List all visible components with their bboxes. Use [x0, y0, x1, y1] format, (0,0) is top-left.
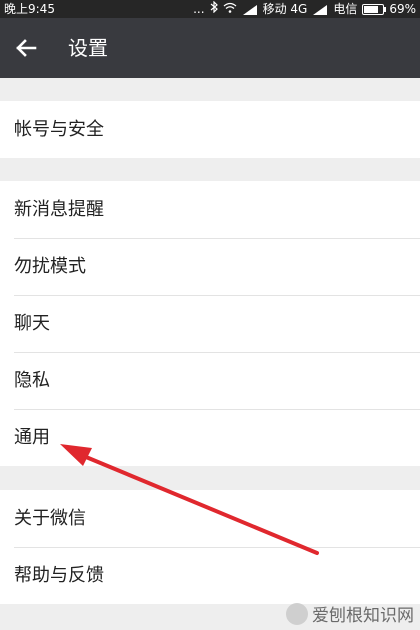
back-arrow-icon[interactable]: [14, 36, 38, 60]
signal-icon: [242, 4, 258, 15]
status-icons: ... 移动 4G 电信 69%: [193, 0, 416, 17]
wifi-icon: [223, 1, 237, 17]
settings-group-about: 关于微信 帮助与反馈: [0, 490, 420, 604]
carrier-1: 移动 4G: [262, 2, 308, 16]
settings-item-new-message-alerts[interactable]: 新消息提醒: [0, 181, 420, 238]
watermark-logo-icon: [286, 602, 308, 625]
settings-item-account-security[interactable]: 帐号与安全: [0, 101, 420, 158]
battery-icon: [362, 3, 387, 15]
carrier-2: 电信: [333, 2, 358, 16]
settings-item-general[interactable]: 通用: [0, 409, 420, 466]
settings-item-help-feedback[interactable]: 帮助与反馈: [0, 547, 420, 604]
watermark: 爱刨根知识网: [286, 601, 414, 626]
signal-icon-2: [312, 4, 328, 15]
settings-group-account: 帐号与安全: [0, 101, 420, 158]
settings-item-chat[interactable]: 聊天: [0, 295, 420, 352]
settings-item-about-wechat[interactable]: 关于微信: [0, 490, 420, 547]
watermark-text: 爱刨根知识网: [312, 606, 414, 626]
page-title: 设置: [68, 36, 108, 60]
status-bar: 晚上9:45 ... 移动 4G 电信 69%: [0, 0, 420, 18]
title-bar: 设置: [0, 18, 420, 78]
battery-percent: 69%: [389, 2, 416, 16]
status-time: 晚上9:45: [4, 2, 55, 16]
settings-item-privacy[interactable]: 隐私: [0, 352, 420, 409]
settings-group-main: 新消息提醒 勿扰模式 聊天 隐私 通用: [0, 181, 420, 466]
settings-item-do-not-disturb[interactable]: 勿扰模式: [0, 238, 420, 295]
bluetooth-icon: [210, 0, 218, 17]
status-dots: ...: [193, 2, 205, 16]
